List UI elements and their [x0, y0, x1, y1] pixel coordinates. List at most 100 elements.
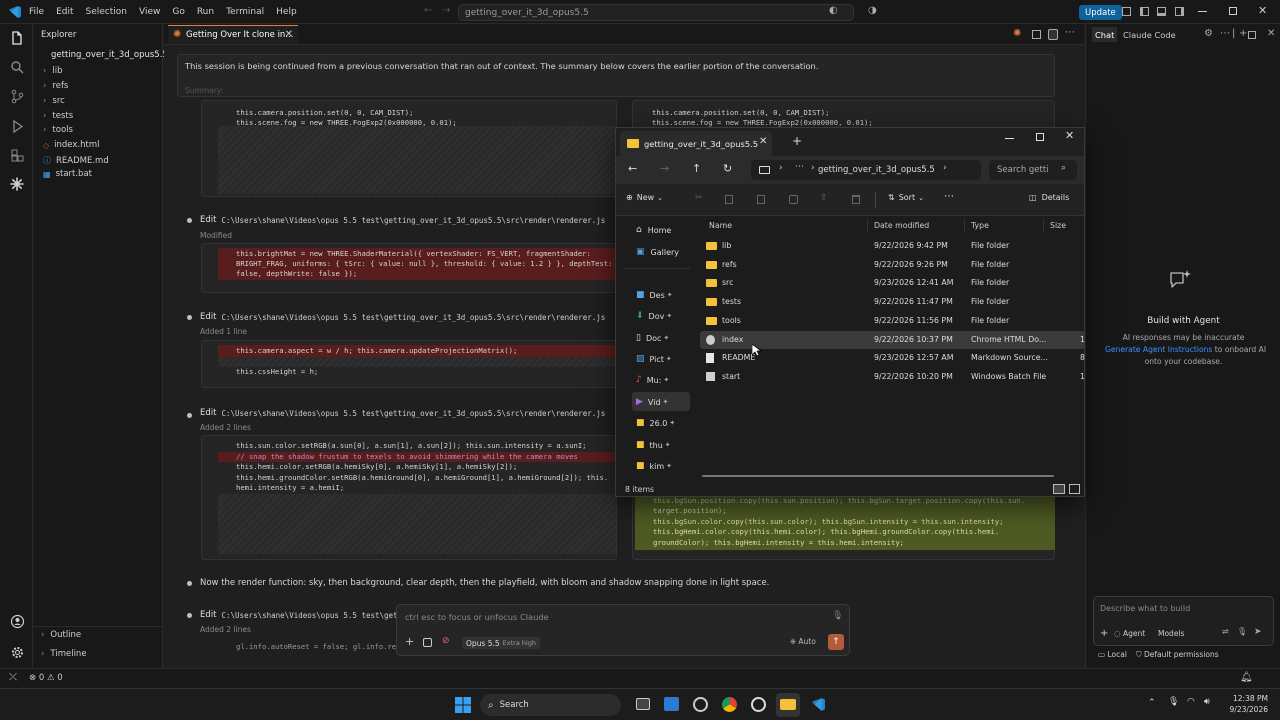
layout-panel-icon[interactable] — [1157, 7, 1166, 16]
copilot-icon[interactable]: ◐ — [829, 5, 838, 16]
layout-sidebar-icon[interactable] — [1122, 7, 1131, 16]
fe-nav-home[interactable]: ⌂ Home — [636, 225, 671, 235]
fe-nav-pictures[interactable]: ▨ Pict ✦ — [636, 354, 672, 364]
details-button[interactable]: ◫ Details — [1029, 193, 1069, 202]
account-status-icon[interactable]: ◑ — [868, 5, 877, 16]
tab-claude-session[interactable]: ✺ Getting Over It clone in... ✕ — [168, 25, 298, 44]
fe-address-bar[interactable]: › ⋯ › getting_over_it_3d_opus5.5 › — [751, 160, 981, 180]
model-selector[interactable]: Opus 5.5 Extra high — [462, 637, 541, 649]
maximize-icon[interactable] — [1036, 133, 1044, 141]
more-actions-icon[interactable]: ⋯ — [944, 191, 954, 202]
menu-terminal[interactable]: Terminal — [226, 7, 264, 17]
new-button[interactable]: ⊕ New ⌄ — [626, 193, 663, 202]
column-name[interactable]: Name — [709, 221, 732, 230]
fe-horizontal-scrollbar[interactable] — [702, 475, 1054, 477]
fe-nav-documents[interactable]: ▯ Doc ✦ — [636, 333, 669, 343]
outline-section[interactable]: › Outline — [41, 630, 81, 640]
details-view-icon[interactable] — [1053, 484, 1065, 494]
nav-forward-icon[interactable]: → — [442, 5, 450, 16]
file-index-html[interactable]: ◇ index.html — [43, 140, 99, 150]
taskbar-search[interactable]: ⌕ Search — [480, 694, 621, 716]
tab-claude-code[interactable]: Claude Code — [1123, 30, 1176, 40]
maximize-icon[interactable] — [1229, 7, 1237, 15]
chevron-up-icon[interactable]: ⌃ — [1148, 698, 1156, 708]
microphone-icon[interactable]: 🎙︎ — [1237, 627, 1247, 636]
task-view-icon[interactable] — [636, 698, 650, 710]
fe-breadcrumb[interactable]: getting_over_it_3d_opus5.5 — [818, 165, 935, 175]
fe-nav-folder-kim[interactable]: ■ kim ✦ — [636, 461, 672, 471]
settings-gear-icon[interactable] — [7, 642, 27, 662]
share-icon[interactable]: ⇪ — [820, 193, 828, 203]
column-date[interactable]: Date modified — [874, 221, 929, 230]
extensions-icon[interactable] — [7, 145, 27, 165]
menu-help[interactable]: Help — [276, 7, 297, 17]
fe-file-row[interactable]: tools 9/22/2026 11:56 PM File folder — [700, 312, 1085, 330]
models-selector[interactable]: Models — [1158, 629, 1184, 638]
chatgpt-icon[interactable] — [751, 697, 766, 712]
maximize-panel-icon[interactable] — [1248, 31, 1256, 39]
close-window-icon[interactable]: ✕ — [1065, 129, 1074, 142]
timeline-section[interactable]: › Timeline — [41, 649, 87, 659]
file-start-bat[interactable]: ▦ start.bat — [43, 169, 92, 179]
remote-icon[interactable]: ⤫ — [9, 672, 17, 683]
wifi-icon[interactable]: ◠ — [1187, 697, 1195, 707]
edit-path[interactable]: C:\Users\shane\Videos\opus 5.5 test\gett… — [221, 409, 605, 418]
folder-src[interactable]: › src — [43, 96, 65, 106]
microphone-icon[interactable]: 🎙︎ — [832, 611, 843, 621]
slash-command-icon[interactable] — [423, 638, 432, 647]
forward-arrow-icon[interactable]: → — [660, 162, 669, 175]
agent-mode-selector[interactable]: ◌ Agent — [1114, 629, 1145, 638]
send-button[interactable]: ↑ — [828, 634, 844, 650]
edit-path[interactable]: C:\Users\shane\Videos\opus 5.5 test\gett… — [221, 611, 420, 620]
fe-nav-desktop[interactable]: ■ Des ✦ — [636, 290, 673, 300]
chat-input-box[interactable]: Describe what to build + ◌ Agent Models … — [1093, 596, 1274, 646]
fe-file-row[interactable]: start 9/22/2026 10:20 PM Windows Batch Fil… — [700, 368, 1085, 386]
fe-file-row[interactable]: src 9/23/2026 12:41 AM File folder — [700, 274, 1085, 292]
more-actions-icon[interactable]: ⋯ — [1220, 28, 1230, 39]
volume-icon[interactable]: 🔊︎ — [1204, 697, 1210, 707]
minimize-icon[interactable] — [1005, 138, 1014, 139]
up-arrow-icon[interactable]: ↑ — [692, 162, 701, 175]
fe-nav-folder-thu[interactable]: ■ thu ✦ — [636, 440, 671, 450]
search-icon[interactable] — [7, 57, 27, 77]
nav-back-icon[interactable]: ← — [424, 5, 432, 16]
folder-tools[interactable]: › tools — [43, 125, 73, 135]
update-button[interactable]: Update — [1079, 5, 1122, 20]
new-chat-icon[interactable]: + — [1239, 28, 1247, 39]
widgets-icon[interactable] — [664, 697, 679, 711]
fe-nav-videos[interactable]: ▶ Vid ✦ — [636, 397, 668, 407]
command-center[interactable]: getting_over_it_3d_opus5.5 — [458, 4, 854, 21]
obs-app-icon[interactable] — [693, 697, 708, 712]
new-tab-icon[interactable]: + — [792, 134, 802, 148]
local-selector[interactable]: ▭ Local — [1098, 650, 1127, 659]
account-icon[interactable] — [7, 611, 27, 631]
menu-view[interactable]: View — [139, 7, 160, 17]
cut-icon[interactable]: ✂ — [695, 193, 703, 203]
minimize-icon[interactable] — [1198, 11, 1207, 12]
close-tab-icon[interactable]: ✕ — [759, 136, 767, 147]
claude-spark-icon[interactable]: ✺ — [1013, 28, 1021, 39]
generate-instructions-link[interactable]: Generate Agent Instructions — [1105, 345, 1212, 354]
vscode-taskbar-icon[interactable] — [811, 697, 826, 712]
file-explorer-taskbar-button[interactable] — [776, 693, 800, 717]
permissions-selector[interactable]: ⛉ Default permissions — [1136, 650, 1219, 660]
menu-file[interactable]: File — [29, 7, 44, 17]
refresh-icon[interactable]: ↻ — [723, 162, 732, 175]
close-window-icon[interactable]: ✕ — [1258, 4, 1267, 17]
copy-icon[interactable] — [725, 195, 733, 204]
folder-refs[interactable]: › refs — [43, 81, 68, 91]
back-arrow-icon[interactable]: ← — [628, 162, 637, 175]
send-icon[interactable]: ➤ — [1254, 627, 1262, 637]
claude-input-box[interactable]: ctrl esc to focus or unfocus Claude 🎙︎ +… — [396, 604, 850, 656]
more-actions-icon[interactable]: ⋯ — [795, 162, 804, 172]
fe-search-box[interactable]: Search getti ⌕ — [989, 160, 1077, 180]
fe-file-row[interactable]: tests 9/22/2026 11:47 PM File folder — [700, 293, 1085, 311]
lock-icon[interactable] — [1048, 29, 1058, 40]
clock[interactable]: 12:38 PM 9/23/2026 — [1222, 693, 1268, 715]
menu-go[interactable]: Go — [172, 7, 184, 17]
add-context-icon[interactable]: + — [1100, 628, 1108, 639]
folder-lib[interactable]: › lib — [43, 66, 63, 76]
rename-icon[interactable] — [789, 195, 798, 204]
close-tab-icon[interactable]: ✕ — [285, 29, 293, 40]
problems-indicator[interactable]: ⊗ 0 ⚠ 0 — [29, 673, 63, 683]
